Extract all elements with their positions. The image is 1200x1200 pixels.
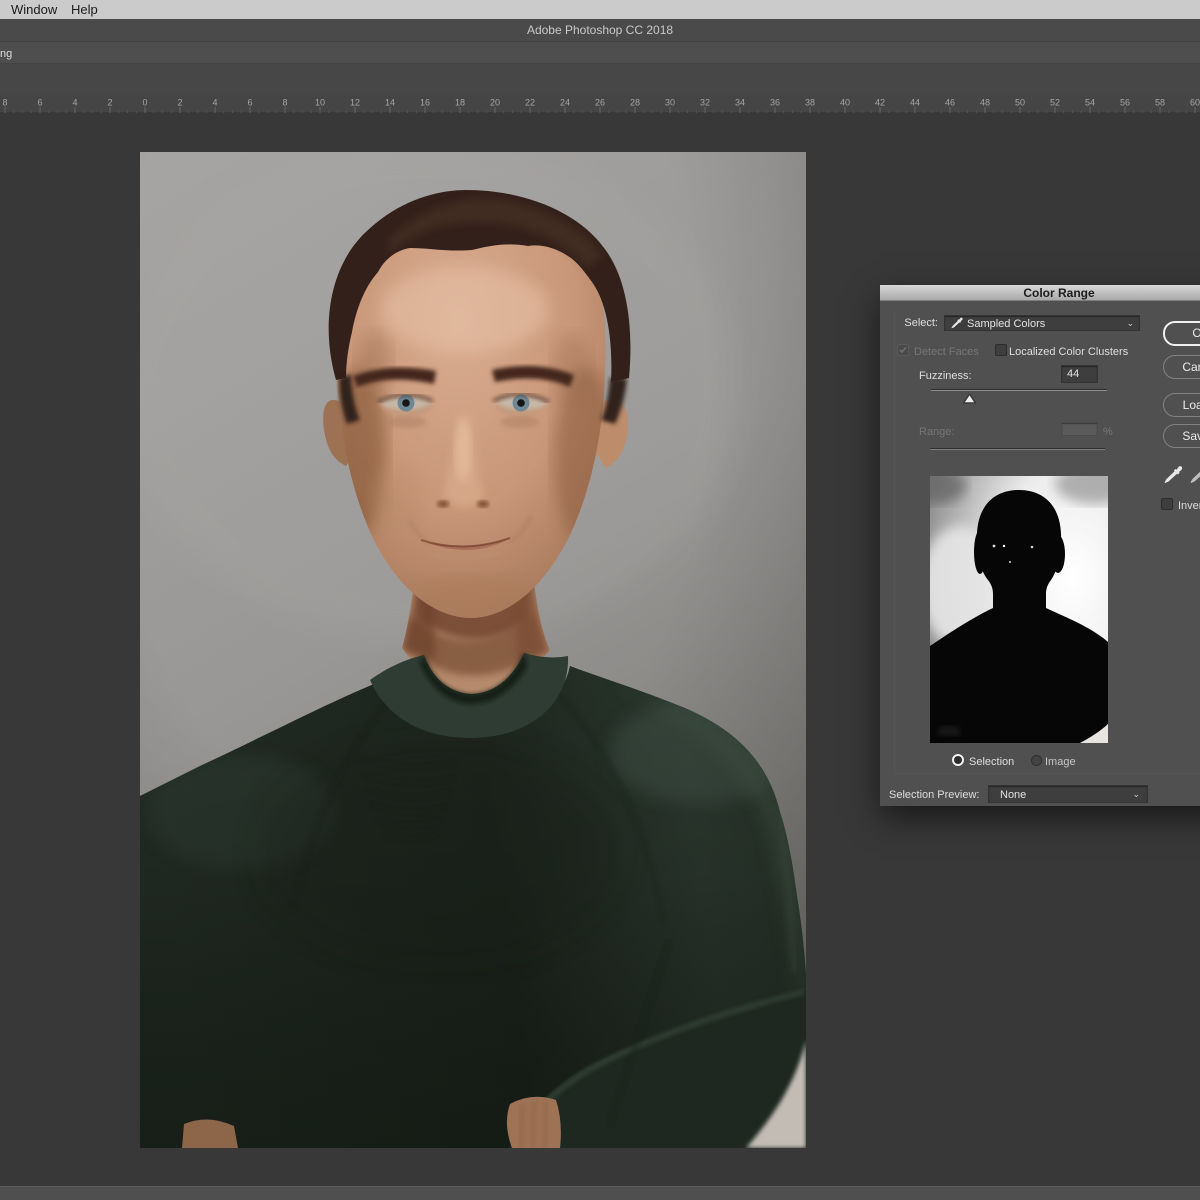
svg-text:44: 44	[910, 98, 920, 108]
svg-text:4: 4	[212, 98, 217, 108]
svg-text:36: 36	[770, 98, 780, 108]
svg-text:52: 52	[1050, 98, 1060, 108]
svg-text:32: 32	[700, 98, 710, 108]
svg-text:14: 14	[385, 98, 395, 108]
svg-text:40: 40	[840, 98, 850, 108]
svg-text:20: 20	[490, 98, 500, 108]
svg-text:50: 50	[1015, 98, 1025, 108]
svg-text:24: 24	[560, 98, 570, 108]
svg-text:42: 42	[875, 98, 885, 108]
svg-text:0: 0	[142, 98, 147, 108]
svg-text:2: 2	[177, 98, 182, 108]
svg-text:48: 48	[980, 98, 990, 108]
svg-text:8: 8	[2, 98, 7, 108]
svg-text:34: 34	[735, 98, 745, 108]
svg-text:6: 6	[37, 98, 42, 108]
svg-text:4: 4	[72, 98, 77, 108]
svg-text:56: 56	[1120, 98, 1130, 108]
svg-text:16: 16	[420, 98, 430, 108]
svg-text:46: 46	[945, 98, 955, 108]
svg-text:54: 54	[1085, 98, 1095, 108]
svg-text:28: 28	[630, 98, 640, 108]
svg-text:38: 38	[805, 98, 815, 108]
svg-text:26: 26	[595, 98, 605, 108]
svg-text:2: 2	[107, 98, 112, 108]
svg-text:22: 22	[525, 98, 535, 108]
svg-text:30: 30	[665, 98, 675, 108]
svg-text:58: 58	[1155, 98, 1165, 108]
svg-text:10: 10	[315, 98, 325, 108]
svg-text:60: 60	[1190, 98, 1200, 108]
svg-text:12: 12	[350, 98, 360, 108]
svg-text:8: 8	[282, 98, 287, 108]
svg-text:6: 6	[247, 98, 252, 108]
svg-text:18: 18	[455, 98, 465, 108]
